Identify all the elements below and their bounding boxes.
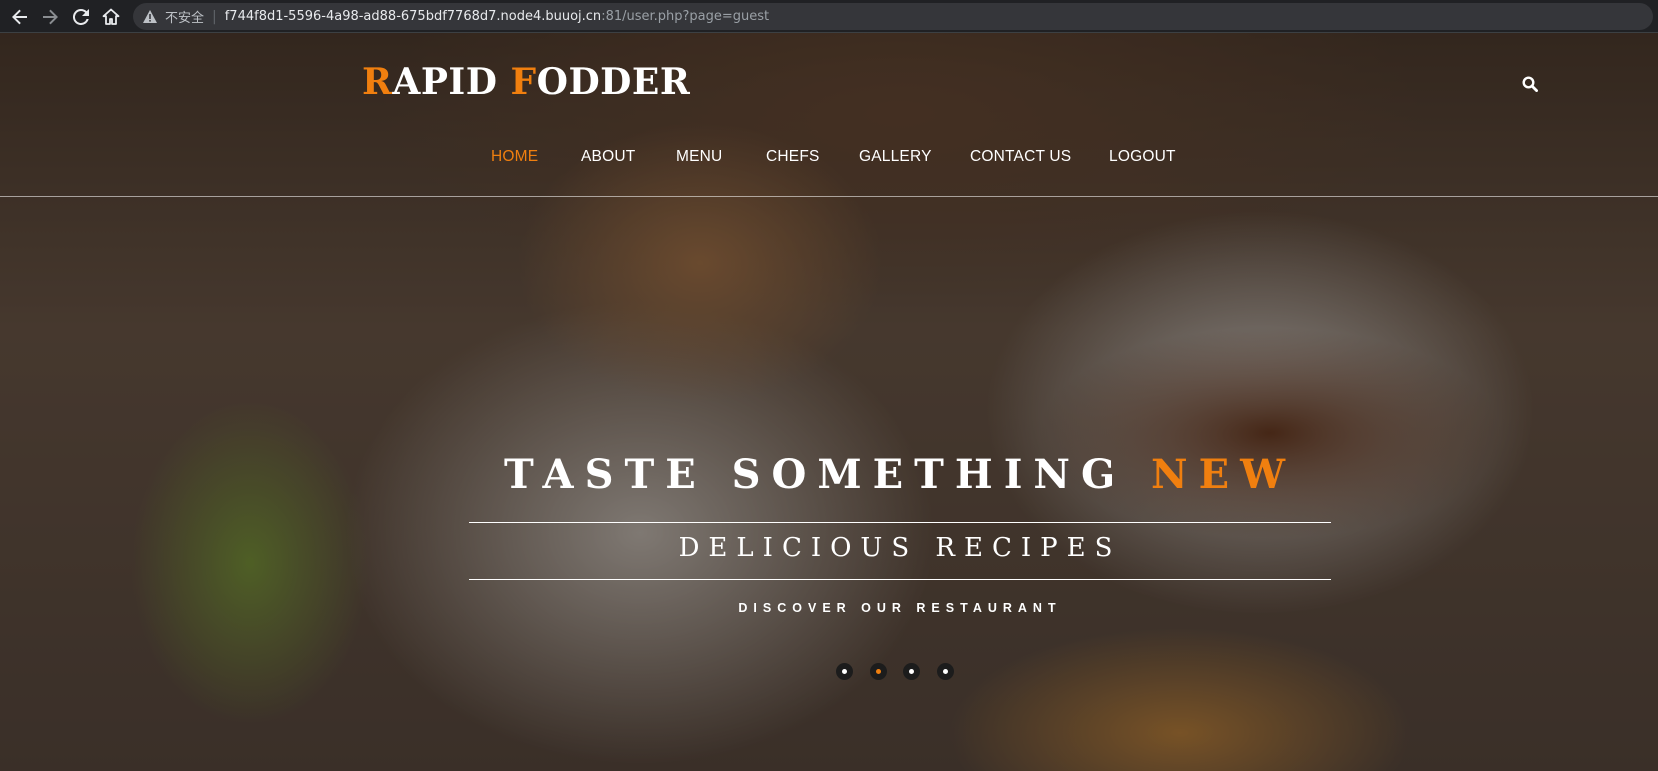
logo-initial-f: F xyxy=(510,61,537,103)
nav-item-gallery[interactable]: GALLERY xyxy=(859,148,932,166)
reload-icon xyxy=(73,9,89,25)
url-host: f744f8d1-5596-4a98-ad88-675bdf7768d7.nod… xyxy=(224,9,602,24)
hero-title: TASTE SOMETHING NEW xyxy=(469,451,1331,498)
reload-button[interactable] xyxy=(70,6,92,28)
nav-item-logout[interactable]: LOGOUT xyxy=(1109,148,1176,166)
hero-rule-bottom xyxy=(469,579,1331,580)
omnibox-divider: | xyxy=(212,8,217,25)
warning-icon xyxy=(143,9,159,25)
hero-subtitle: DELICIOUS RECIPES xyxy=(678,533,1122,563)
hero-title-main: TASTE SOMETHING xyxy=(503,451,1152,498)
slider-dot-4[interactable] xyxy=(937,663,954,680)
slider-dot-1[interactable] xyxy=(836,663,853,680)
security-status[interactable]: 不安全 xyxy=(165,7,204,26)
nav-item-contact-us[interactable]: CONTACT US xyxy=(970,148,1071,166)
nav-item-menu[interactable]: MENU xyxy=(676,148,722,166)
logo-initial-r: R xyxy=(362,61,393,103)
page-viewport: RAPID FODDER HOME ABOUT MENU CHEFS GALLE… xyxy=(0,33,1658,771)
hero-background-image xyxy=(0,33,1658,771)
home-icon xyxy=(102,8,120,25)
nav-item-about[interactable]: ABOUT xyxy=(581,148,635,166)
browser-toolbar: 不安全 | f744f8d1-5596-4a98-ad88-675bdf7768… xyxy=(0,0,1658,33)
logo-text-apid: APID xyxy=(392,61,511,103)
arrow-right-icon xyxy=(43,9,58,25)
search-icon xyxy=(1522,76,1538,92)
slider-dot-3[interactable] xyxy=(903,663,920,680)
arrow-left-icon xyxy=(12,9,27,25)
hero-rule-top xyxy=(469,522,1331,523)
nav-item-chefs[interactable]: CHEFS xyxy=(766,148,820,166)
logo-text-odder: ODDER xyxy=(536,61,691,103)
home-button[interactable] xyxy=(100,6,122,28)
site-logo[interactable]: RAPID FODDER xyxy=(362,61,690,103)
url-path: :81/user.php?page=guest xyxy=(601,9,770,24)
address-bar[interactable]: 不安全 | f744f8d1-5596-4a98-ad88-675bdf7768… xyxy=(133,3,1653,30)
back-button[interactable] xyxy=(9,6,31,28)
discover-restaurant-link[interactable]: DISCOVER OUR RESTAURANT xyxy=(469,601,1331,615)
hero-title-accent: NEW xyxy=(1151,451,1297,498)
slider-dot-2[interactable] xyxy=(870,663,887,680)
nav-item-home[interactable]: HOME xyxy=(491,148,538,166)
forward-button[interactable] xyxy=(39,6,61,28)
search-button[interactable] xyxy=(1519,73,1541,95)
header-divider xyxy=(0,196,1658,197)
